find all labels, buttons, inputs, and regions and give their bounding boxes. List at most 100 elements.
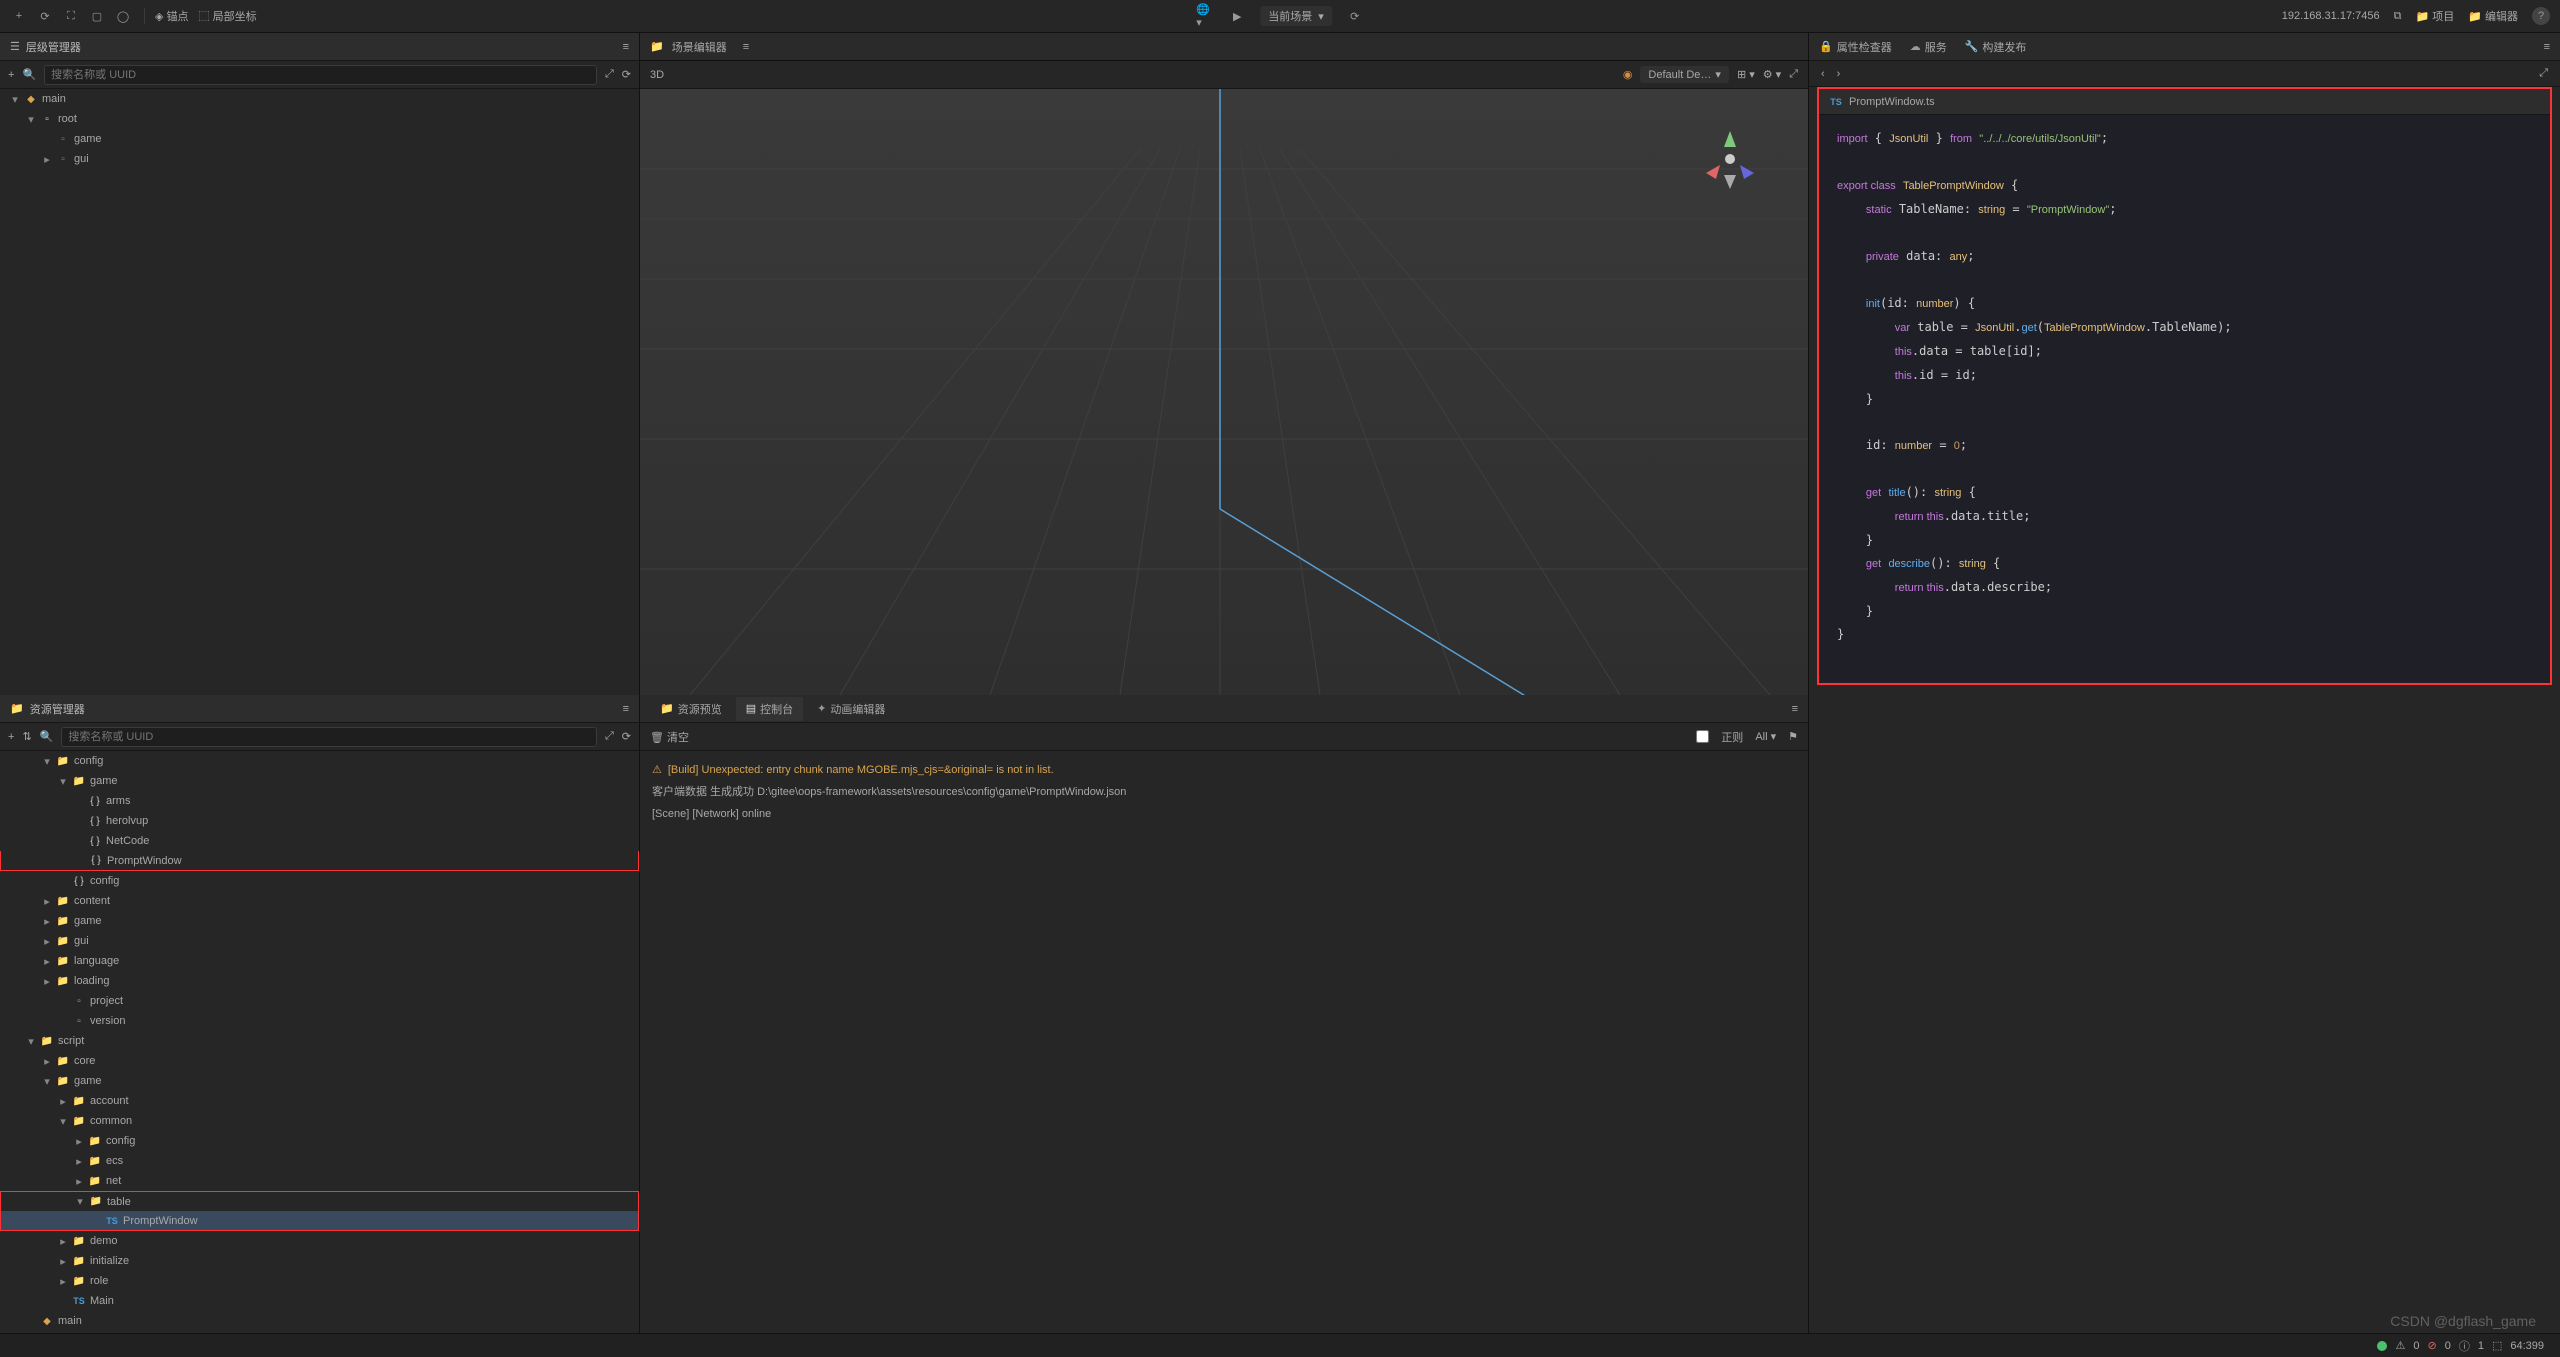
reload-icon[interactable]: ⟳ xyxy=(1346,7,1364,25)
back-icon[interactable]: ‹ xyxy=(1821,68,1825,80)
tab-services[interactable]: ☁ 服务 xyxy=(1910,39,1947,55)
tree-row[interactable]: { }herolvup xyxy=(0,811,639,831)
fwd-icon[interactable]: › xyxy=(1837,68,1841,80)
search-icon[interactable]: 🔍 xyxy=(40,730,54,743)
expand-icon[interactable]: ⤢ xyxy=(605,730,614,743)
project-menu[interactable]: 📁 项目 xyxy=(2415,8,2454,24)
status-err: ⊘ xyxy=(2427,1339,2436,1352)
scene-select[interactable]: 当前场景 ▾ xyxy=(1260,6,1332,26)
local-coord-button[interactable]: ⬚ 局部坐标 xyxy=(199,8,257,24)
tree-row[interactable]: TSPromptWindow xyxy=(0,1211,639,1231)
search-icon[interactable]: 🔍 xyxy=(22,68,36,81)
tree-row[interactable]: ◆main xyxy=(0,1311,639,1331)
assets-tab[interactable]: 📁 资源管理器 ≡ xyxy=(0,695,639,723)
regex-check[interactable] xyxy=(1696,730,1709,743)
tree-row[interactable]: ▫version xyxy=(0,1011,639,1031)
filter-dd[interactable]: All ▾ xyxy=(1755,730,1776,743)
hierarchy-tree: ▾◆main ▾▫root ▫game ▸▫gui xyxy=(0,89,639,695)
scene-viewport[interactable] xyxy=(640,89,1808,695)
camera-dd[interactable]: Default De… ▾ xyxy=(1640,66,1729,83)
refresh-icon[interactable]: ⟳ xyxy=(622,68,631,81)
tree-row[interactable]: { }NetCode xyxy=(0,831,639,851)
tree-row[interactable]: ▸📁loading xyxy=(0,971,639,991)
hierarchy-tab[interactable]: ☰ 层级管理器 ≡ xyxy=(0,33,639,61)
tree-row[interactable]: ▸📁language xyxy=(0,951,639,971)
tree-row[interactable]: ▫game xyxy=(0,129,639,149)
tree-row[interactable]: { }config xyxy=(0,871,639,891)
tree-row[interactable]: ▾📁config xyxy=(0,751,639,771)
grid-icon[interactable]: ⊞ ▾ xyxy=(1737,68,1755,81)
ts-icon: TS xyxy=(1829,97,1843,107)
play-icon[interactable]: ▶ xyxy=(1228,7,1246,25)
filter-icon[interactable]: ⚑ xyxy=(1788,730,1798,743)
gear-icon[interactable]: ⚙ ▾ xyxy=(1763,68,1781,81)
menu-icon[interactable]: ≡ xyxy=(623,703,629,715)
tree-row[interactable]: ▾📁table xyxy=(0,1191,639,1211)
tree-row[interactable]: ▸📁net xyxy=(0,1171,639,1191)
menu-icon[interactable]: ≡ xyxy=(623,41,629,53)
tree-row[interactable]: TSMain xyxy=(0,1291,639,1311)
tab-anim[interactable]: ✦ 动画编辑器 xyxy=(807,697,895,721)
tab-console[interactable]: ▤ 控制台 xyxy=(736,697,803,721)
help-icon[interactable]: ? xyxy=(2532,7,2550,25)
tree-row[interactable]: ▸📁content xyxy=(0,891,639,911)
tree-row[interactable]: ▸📁demo xyxy=(0,1231,639,1251)
tree-row[interactable]: { }PromptWindow xyxy=(0,851,639,871)
status-bar: ⚠0 ⊘0 ⓘ1 ⬚64:399 xyxy=(0,1333,2560,1357)
tree-row[interactable]: ▸📁gui xyxy=(0,931,639,951)
tree-row[interactable]: { }arms xyxy=(0,791,639,811)
target-icon[interactable]: ◯ xyxy=(114,7,132,25)
tree-row[interactable]: ▸📁core xyxy=(0,1051,639,1071)
anchor-button[interactable]: ◈ 锚点 xyxy=(155,8,189,24)
menu-icon[interactable]: ≡ xyxy=(743,41,749,53)
tab-inspector[interactable]: 🔒 属性检查器 xyxy=(1819,39,1892,55)
code-preview: TS PromptWindow.ts import { JsonUtil } f… xyxy=(1817,87,2552,685)
grid-svg xyxy=(640,89,1808,695)
status-mem: ⬚ xyxy=(2492,1339,2502,1352)
tree-row[interactable]: ▾📁game xyxy=(0,771,639,791)
add-icon[interactable]: + xyxy=(8,69,14,81)
tree-row[interactable]: ▫project xyxy=(0,991,639,1011)
editor-menu[interactable]: 📁 编辑器 xyxy=(2468,8,2518,24)
tree-row[interactable]: ▸📁ecs xyxy=(0,1151,639,1171)
refresh-icon[interactable]: ⟳ xyxy=(36,7,54,25)
square-icon[interactable]: ▢ xyxy=(88,7,106,25)
refresh-icon[interactable]: ⟳ xyxy=(622,730,631,743)
tree-row[interactable]: ▸📁role xyxy=(0,1271,639,1291)
sort-icon[interactable]: ⇅ xyxy=(22,730,31,743)
tree-row[interactable]: ▾▫root xyxy=(0,109,639,129)
add-icon[interactable]: + xyxy=(8,731,14,743)
tree-row[interactable]: ▾📁script xyxy=(0,1031,639,1051)
mode-3d-button[interactable]: 3D xyxy=(650,69,664,81)
watermark: CSDN @dgflash_game xyxy=(2390,1313,2536,1329)
clear-button[interactable]: 🗑 清空 xyxy=(650,729,689,745)
expand-icon[interactable]: ⤢ xyxy=(2539,67,2548,80)
tree-row[interactable]: ▸📁game xyxy=(0,911,639,931)
tree-row[interactable]: ▾◆main xyxy=(0,89,639,109)
assets-search[interactable] xyxy=(61,727,597,747)
expand-icon[interactable]: ⛶ xyxy=(62,7,80,25)
tree-row[interactable]: ▾📁game xyxy=(0,1071,639,1091)
menu-icon[interactable]: ≡ xyxy=(1792,703,1798,715)
menu-icon[interactable]: ≡ xyxy=(2544,41,2550,53)
expand-icon[interactable]: ⤢ xyxy=(1789,68,1798,81)
world-icon[interactable]: 🌐 ▾ xyxy=(1196,7,1214,25)
expand-icon[interactable]: ⤢ xyxy=(605,68,614,81)
ip-label: 192.168.31.17:7456 xyxy=(2282,10,2380,22)
copy-icon[interactable]: ⧉ xyxy=(2394,10,2402,23)
scene-tab[interactable]: 📁 场景编辑器 ≡ xyxy=(640,33,1808,61)
console-body: ⚠[Build] Unexpected: entry chunk name MG… xyxy=(640,751,1808,1355)
tab-build[interactable]: 🔧 构建发布 xyxy=(1965,39,2027,55)
tab-preview[interactable]: 📁 资源预览 xyxy=(650,697,732,721)
inspector-bottom-empty xyxy=(1808,695,2560,1355)
add-icon[interactable]: + xyxy=(10,7,28,25)
main-toolbar: + ⟳ ⛶ ▢ ◯ ◈ 锚点 ⬚ 局部坐标 🌐 ▾ ▶ 当前场景 ▾ ⟳ 192… xyxy=(0,0,2560,33)
tree-row[interactable]: ▸▫gui xyxy=(0,149,639,169)
tree-row[interactable]: ▸📁config xyxy=(0,1131,639,1151)
tree-row[interactable]: ▾📁common xyxy=(0,1111,639,1131)
hierarchy-search[interactable] xyxy=(44,65,597,85)
tree-row[interactable]: ▸📁account xyxy=(0,1091,639,1111)
code-filename: PromptWindow.ts xyxy=(1849,96,1935,108)
light-icon[interactable]: ◉ xyxy=(1623,68,1633,81)
tree-row[interactable]: ▸📁initialize xyxy=(0,1251,639,1271)
